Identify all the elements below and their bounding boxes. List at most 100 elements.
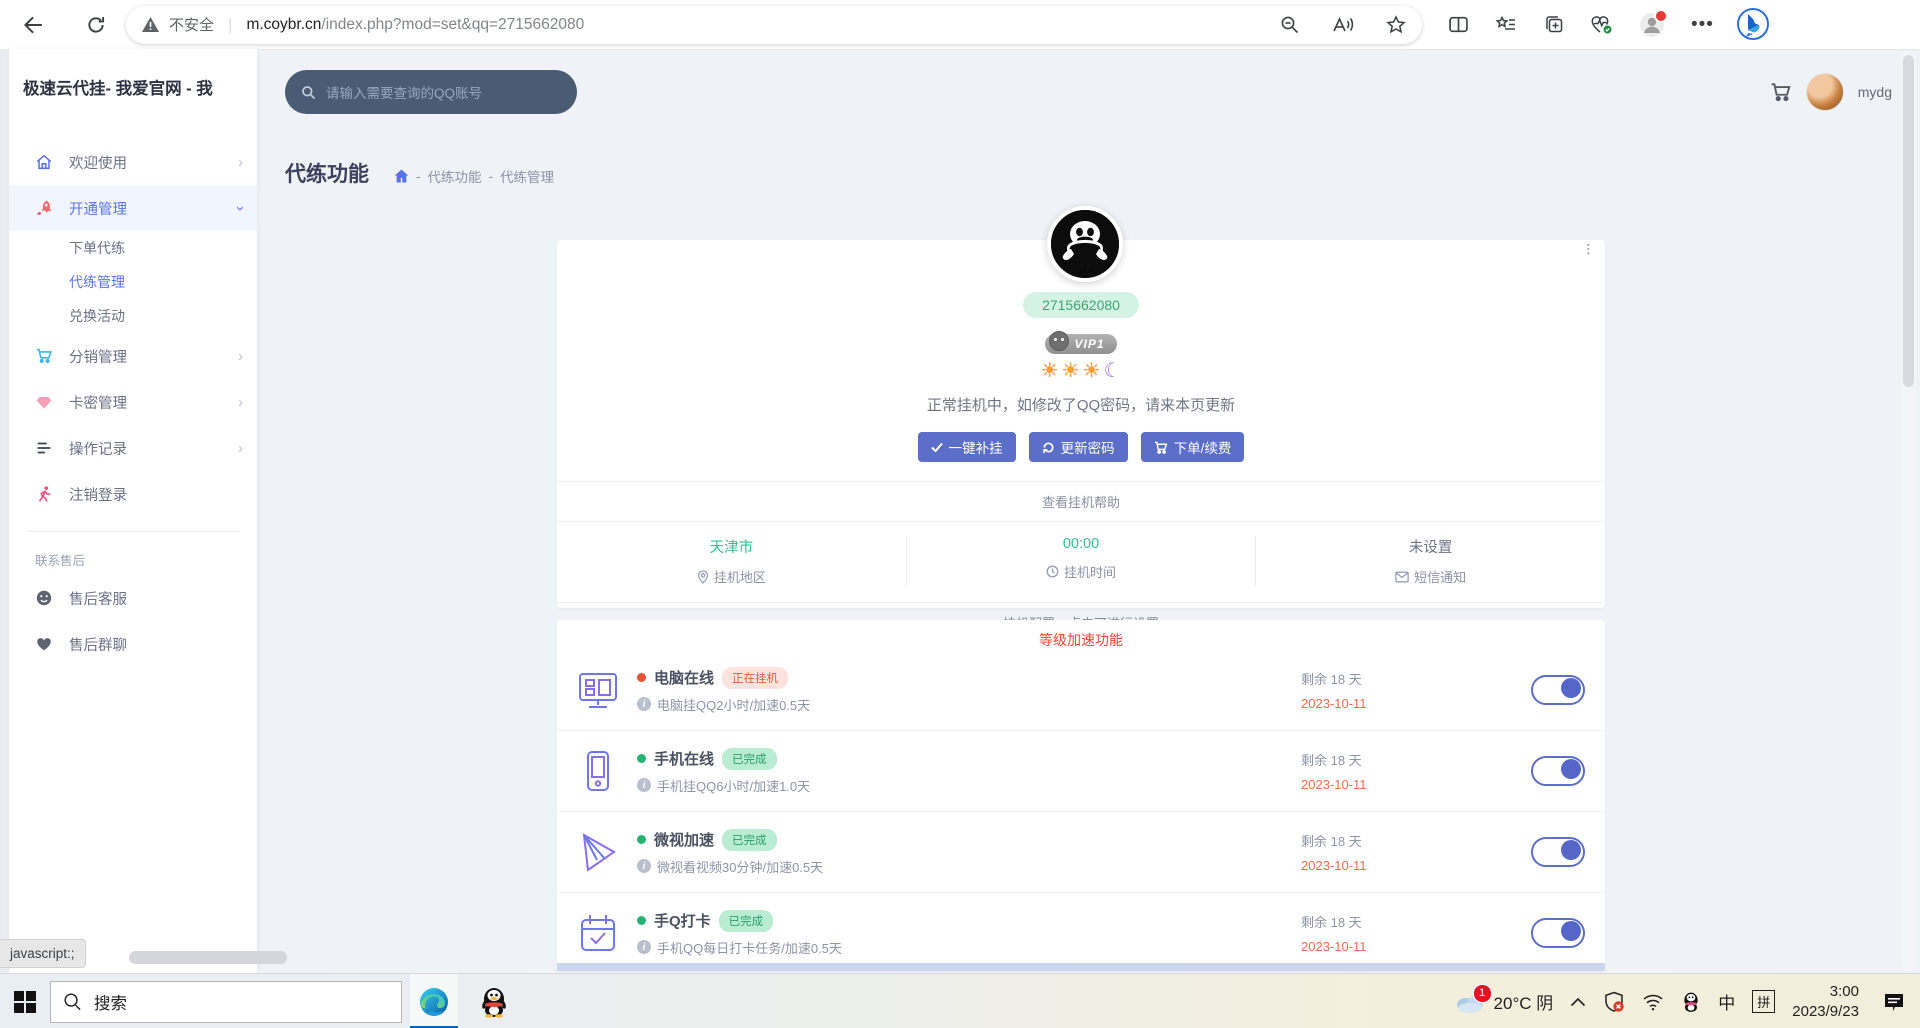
split-screen-icon[interactable] <box>1448 14 1469 35</box>
rehang-button[interactable]: 一键补挂 <box>918 432 1016 462</box>
features-card: 等级加速功能 电脑在线 正在挂机 i 电脑挂QQ2小时/加速0.5天 剩余 18… <box>557 620 1605 971</box>
page-scrollbar[interactable] <box>1901 51 1916 971</box>
order-renew-button[interactable]: 下单/续费 <box>1141 432 1245 462</box>
breadcrumb-item[interactable]: 代练功能 <box>428 166 482 186</box>
weather-condition: 阴 <box>1536 994 1553 1013</box>
browser-essentials-icon[interactable] <box>1590 14 1613 35</box>
weather-alert-badge: 1 <box>1473 984 1492 1003</box>
sidebar-item-distribution[interactable]: 分销管理 › <box>9 333 257 379</box>
qq-tray-icon[interactable] <box>1681 991 1701 1013</box>
wifi-icon[interactable] <box>1642 993 1664 1011</box>
stat-value: 天津市 <box>710 536 754 557</box>
update-password-button[interactable]: 更新密码 <box>1029 432 1128 462</box>
home-icon <box>35 153 53 171</box>
feature-desc: 手机挂QQ6小时/加速1.0天 <box>657 776 810 795</box>
home-icon[interactable] <box>394 169 409 183</box>
cart-icon[interactable] <box>1770 82 1792 102</box>
taskbar-qq-button[interactable] <box>470 974 518 1028</box>
clock-date: 2023/9/23 <box>1792 1002 1859 1022</box>
phone-icon <box>575 748 621 794</box>
feature-name: 手机在线 <box>654 748 714 769</box>
stat-hang-time[interactable]: 00:00 挂机时间 <box>907 536 1257 586</box>
favorite-star-icon[interactable] <box>1386 15 1406 35</box>
qq-number-badge: 2715662080 <box>1023 292 1139 318</box>
stat-sms-notify[interactable]: 未设置 短信通知 <box>1256 536 1605 586</box>
sidebar-item-welcome[interactable]: 欢迎使用 › <box>9 139 257 185</box>
sidebar-item-label: 售后群聊 <box>69 634 243 655</box>
chevron-right-icon: › <box>238 440 243 457</box>
qq-penguin-icon <box>1051 210 1119 278</box>
sidebar-subitem-order[interactable]: 下单代练 <box>9 231 257 265</box>
breadcrumb-item-current: 代练管理 <box>500 166 554 186</box>
sidebar-item-activation[interactable]: 开通管理 › <box>9 185 257 231</box>
status-badge: 已完成 <box>719 910 774 932</box>
sidebar-item-logout[interactable]: 注销登录 <box>9 471 257 517</box>
pc-online-toggle[interactable] <box>1531 675 1585 705</box>
horizontal-scrollbar-thumb[interactable] <box>129 951 287 964</box>
computer-icon <box>575 667 621 713</box>
status-dot <box>637 916 646 925</box>
bing-chat-icon[interactable] <box>1734 6 1772 44</box>
scrollbar-thumb[interactable] <box>1903 55 1914 387</box>
start-button[interactable] <box>0 974 50 1028</box>
collections-icon[interactable] <box>1543 14 1564 35</box>
address-bar[interactable]: 不安全 | m.coybr.cn/index.php?mod=set&qq=27… <box>126 6 1422 44</box>
profile-avatar-icon[interactable] <box>1639 12 1665 38</box>
sidebar-item-support[interactable]: 售后客服 <box>9 575 257 621</box>
phone-online-toggle[interactable] <box>1531 756 1585 786</box>
zoom-out-icon[interactable] <box>1280 15 1300 35</box>
taskbar-weather[interactable]: 1 20°C 阴 <box>1455 989 1554 1014</box>
stat-label: 短信通知 <box>1414 567 1466 586</box>
chevron-right-icon: › <box>238 154 243 171</box>
back-icon[interactable] <box>10 5 54 45</box>
sidebar-item-label: 分销管理 <box>69 346 238 367</box>
weishi-toggle[interactable] <box>1531 837 1585 867</box>
ime-language-indicator[interactable]: 中 <box>1718 989 1735 1014</box>
stat-region[interactable]: 天津市 挂机地区 <box>557 536 907 586</box>
envelope-icon <box>1395 571 1409 583</box>
sidebar-subitem-manage[interactable]: 代练管理 <box>9 265 257 299</box>
security-shield-icon[interactable] <box>1603 991 1625 1013</box>
check-icon <box>931 442 943 453</box>
hang-status-text: 正常挂机中，如修改了QQ密码，请来本页更新 <box>927 394 1235 415</box>
cart-icon <box>1154 441 1168 454</box>
read-aloud-icon[interactable] <box>1332 15 1354 35</box>
sidebar-item-cards[interactable]: 卡密管理 › <box>9 379 257 425</box>
warning-icon <box>142 17 159 32</box>
favorites-list-icon[interactable] <box>1495 15 1517 35</box>
qq-search-input[interactable]: 请输入需要查询的QQ账号 <box>285 70 577 114</box>
checkin-toggle[interactable] <box>1531 918 1585 948</box>
status-dot <box>637 835 646 844</box>
hidden-icons-chevron[interactable] <box>1570 997 1586 1007</box>
sun-icon: ☀ <box>1062 361 1080 381</box>
page-url[interactable]: m.coybr.cn/index.php?mod=set&qq=27156620… <box>246 16 584 34</box>
taskbar-edge-button[interactable] <box>410 974 458 1028</box>
status-dot <box>637 754 646 763</box>
status-badge: 正在挂机 <box>722 667 788 689</box>
status-badge: 已完成 <box>722 829 777 851</box>
info-icon: i <box>637 940 651 954</box>
notification-center-icon[interactable] <box>1882 990 1906 1014</box>
sidebar-item-label: 开通管理 <box>69 198 238 219</box>
expiry-date: 2023-10-11 <box>1301 858 1531 873</box>
info-icon: i <box>637 778 651 792</box>
more-menu-icon[interactable]: ••• <box>1691 14 1714 36</box>
ime-pinyin-indicator[interactable]: 拼 <box>1752 990 1775 1013</box>
sidebar-subitem-redeem[interactable]: 兑换活动 <box>9 299 257 333</box>
card-options-icon[interactable]: ⁝ <box>1586 246 1591 254</box>
hang-help-link[interactable]: 查看挂机帮助 <box>557 481 1605 522</box>
security-label[interactable]: 不安全 <box>169 14 214 35</box>
link-status-tooltip: javascript:; <box>0 939 86 968</box>
sidebar-item-group-chat[interactable]: 售后群聊 <box>9 621 257 667</box>
avatar[interactable] <box>1806 73 1844 111</box>
taskbar-search-input[interactable]: 搜索 <box>50 981 402 1023</box>
log-list-icon <box>35 439 53 457</box>
refresh-icon[interactable] <box>74 5 118 45</box>
breadcrumb-sep: - <box>416 169 421 184</box>
clock-icon <box>1046 565 1059 578</box>
taskbar-clock[interactable]: 3:00 2023/9/23 <box>1792 982 1859 1021</box>
sidebar-divider <box>27 531 239 532</box>
browser-toolbar: 不安全 | m.coybr.cn/index.php?mod=set&qq=27… <box>0 0 1920 50</box>
feature-row-pc-online: 电脑在线 正在挂机 i 电脑挂QQ2小时/加速0.5天 剩余 18 天 2023… <box>557 650 1605 731</box>
sidebar-item-logs[interactable]: 操作记录 › <box>9 425 257 471</box>
